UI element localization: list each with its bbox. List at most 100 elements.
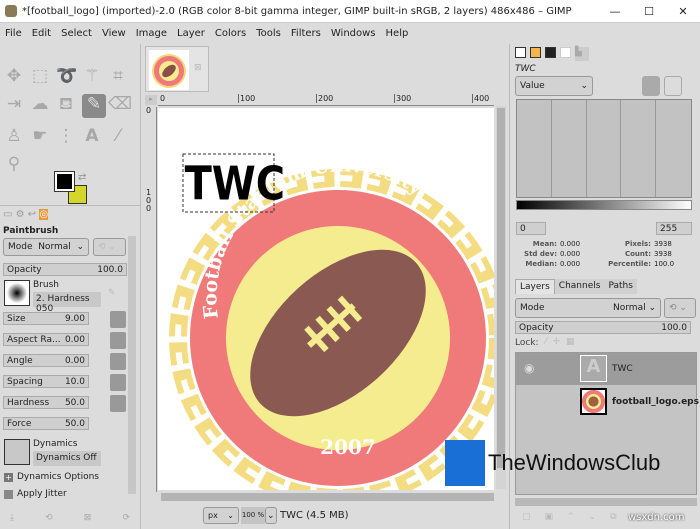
menu-select[interactable]: Select: [56, 28, 97, 39]
layer-row-twc[interactable]: ◉ A TWC: [516, 353, 696, 385]
brush-preview[interactable]: [4, 280, 30, 306]
menu-view[interactable]: View: [97, 28, 131, 39]
close-button[interactable]: ✕: [666, 5, 700, 18]
bucket-fill-icon[interactable]: ⛾: [56, 94, 76, 114]
hardness-link-button[interactable]: [110, 395, 126, 412]
tool-options-tab-icons[interactable]: ▭ ⚙ ↩ ◎: [3, 209, 49, 220]
tab-paths[interactable]: Paths: [604, 279, 637, 294]
menu-tools[interactable]: Tools: [251, 28, 286, 39]
angle-slider[interactable]: Angle 0.00: [3, 354, 89, 367]
tab-layers[interactable]: Layers: [515, 279, 555, 294]
aspect-ratio-slider[interactable]: Aspect Ra... 0.00: [3, 333, 89, 346]
menu-edit[interactable]: Edit: [27, 28, 56, 39]
layer-name[interactable]: TWC: [612, 364, 633, 374]
delete-icon[interactable]: ⊠: [84, 513, 92, 523]
minimize-button[interactable]: —: [598, 5, 632, 18]
menu-layer[interactable]: Layer: [172, 28, 210, 39]
crop-icon[interactable]: ⌗: [108, 66, 128, 86]
menu-filters[interactable]: Filters: [286, 28, 326, 39]
histogram-graph[interactable]: [516, 99, 692, 198]
move-icon[interactable]: ✥: [4, 66, 24, 86]
tool-options-scrollbar[interactable]: [128, 236, 136, 494]
size-link-button[interactable]: [110, 311, 126, 328]
size-slider[interactable]: Size 9.00: [3, 312, 89, 325]
lock-icons[interactable]: ⁄✛▦: [545, 337, 581, 347]
zoom-dropdown[interactable]: ⌄: [265, 507, 277, 524]
apply-jitter-checkbox[interactable]: Apply Jitter: [4, 489, 67, 499]
menu-windows[interactable]: Windows: [326, 28, 381, 39]
spacing-link-button[interactable]: [110, 374, 126, 391]
warp-icon[interactable]: ☁: [30, 94, 50, 114]
layer-opacity-slider[interactable]: Opacity 100.0: [515, 321, 691, 334]
menu-colors[interactable]: Colors: [210, 28, 251, 39]
rect-select-icon[interactable]: ⬚: [30, 66, 50, 86]
clone-icon[interactable]: ♙: [4, 126, 24, 146]
menu-arrow-icon[interactable]: ▸: [145, 95, 157, 105]
dynamics-name[interactable]: Dynamics Off: [33, 451, 101, 466]
duplicate-layer-icon[interactable]: ⧉: [610, 512, 616, 522]
new-group-icon[interactable]: ▣: [545, 512, 554, 522]
text-icon[interactable]: A: [82, 126, 102, 146]
opacity-slider[interactable]: Opacity 100.0: [3, 263, 127, 276]
document-tab-icon[interactable]: [560, 47, 571, 58]
text-layer-twc[interactable]: TWC: [185, 158, 285, 212]
fuzzy-select-icon[interactable]: ⚚: [82, 66, 102, 86]
horizontal-scrollbar[interactable]: [161, 493, 494, 501]
foreground-color-swatch[interactable]: [54, 171, 75, 192]
zoom-field[interactable]: 100 %: [241, 507, 265, 524]
vertical-scrollbar[interactable]: [496, 106, 506, 489]
linear-scale-button[interactable]: [664, 76, 682, 96]
eraser-icon[interactable]: ⌫: [108, 94, 132, 114]
dynamics-preview[interactable]: [4, 439, 30, 465]
smudge-icon[interactable]: ☛: [30, 126, 50, 146]
mode-reset-dropdown[interactable]: ⟲ ⌄: [93, 238, 126, 256]
tab-channels[interactable]: Channels: [554, 279, 605, 294]
dynamics-options-expander[interactable]: + Dynamics Options: [4, 472, 99, 482]
raise-layer-icon[interactable]: ⌃: [567, 512, 575, 522]
brush-name[interactable]: 2. Hardness 050: [33, 292, 101, 314]
layer-name[interactable]: football_logo.eps #1: [612, 397, 700, 407]
aspect-link-button[interactable]: [110, 332, 126, 349]
histogram-tab-icon[interactable]: ▙: [575, 47, 589, 61]
save-options-icon[interactable]: ⤓: [10, 513, 14, 523]
reset-icon[interactable]: ⟳: [122, 513, 130, 523]
layers-scrollbar[interactable]: [515, 498, 697, 506]
menu-help[interactable]: Help: [381, 28, 414, 39]
menu-image[interactable]: Image: [131, 28, 172, 39]
menu-file[interactable]: File: [0, 28, 27, 39]
layer-mode-select[interactable]: Mode Normal ⌄: [515, 298, 661, 318]
range-min-input[interactable]: 0: [516, 222, 546, 235]
log-scale-button[interactable]: [642, 76, 660, 96]
lasso-icon[interactable]: ➰: [56, 66, 77, 86]
layer-composite-dropdown[interactable]: ⟲ ⌄: [664, 298, 696, 318]
force-slider[interactable]: Force 50.0: [3, 417, 89, 430]
channel-select[interactable]: Value ⌄: [515, 76, 593, 96]
transform-icon[interactable]: ⇥: [4, 94, 24, 114]
maximize-button[interactable]: ☐: [632, 5, 666, 18]
spacing-slider[interactable]: Spacing 10.0: [3, 375, 89, 388]
paintbrush-icon[interactable]: ✎: [82, 94, 106, 118]
close-tab-icon[interactable]: ⊠: [194, 63, 202, 73]
zoom-icon[interactable]: ⚲: [4, 154, 24, 174]
status-text: TWC (4.5 MB): [280, 510, 349, 521]
patterns-tab-icon[interactable]: [530, 47, 541, 58]
image-tab[interactable]: ⊠: [145, 46, 209, 92]
restore-icon[interactable]: ⟲: [45, 513, 53, 523]
range-max-input[interactable]: 255: [656, 222, 692, 235]
eye-visibility-icon[interactable]: ◉: [524, 361, 534, 375]
watermark-logo: TheWindowsClub: [445, 440, 660, 486]
edit-brush-icon[interactable]: ✎: [108, 288, 116, 298]
layer-row-football-logo[interactable]: football_logo.eps #1: [516, 386, 700, 418]
angle-link-button[interactable]: [110, 353, 126, 370]
mode-select[interactable]: Mode Normal ⌄: [3, 238, 89, 256]
lower-layer-icon[interactable]: ⌄: [589, 512, 597, 522]
canvas[interactable]: Football Stadium University 2007 TWC: [158, 108, 494, 490]
swap-colors-icon[interactable]: ⇄: [78, 172, 86, 183]
unit-select[interactable]: px ⌄: [203, 507, 239, 524]
fonts-tab-icon[interactable]: [545, 47, 556, 58]
hardness-slider[interactable]: Hardness 50.0: [3, 396, 89, 409]
color-picker-icon[interactable]: ⁄: [108, 126, 128, 146]
path-icon[interactable]: ⋮: [56, 126, 76, 146]
new-layer-icon[interactable]: ▢: [522, 512, 531, 522]
brushes-tab-icon[interactable]: [515, 47, 526, 58]
